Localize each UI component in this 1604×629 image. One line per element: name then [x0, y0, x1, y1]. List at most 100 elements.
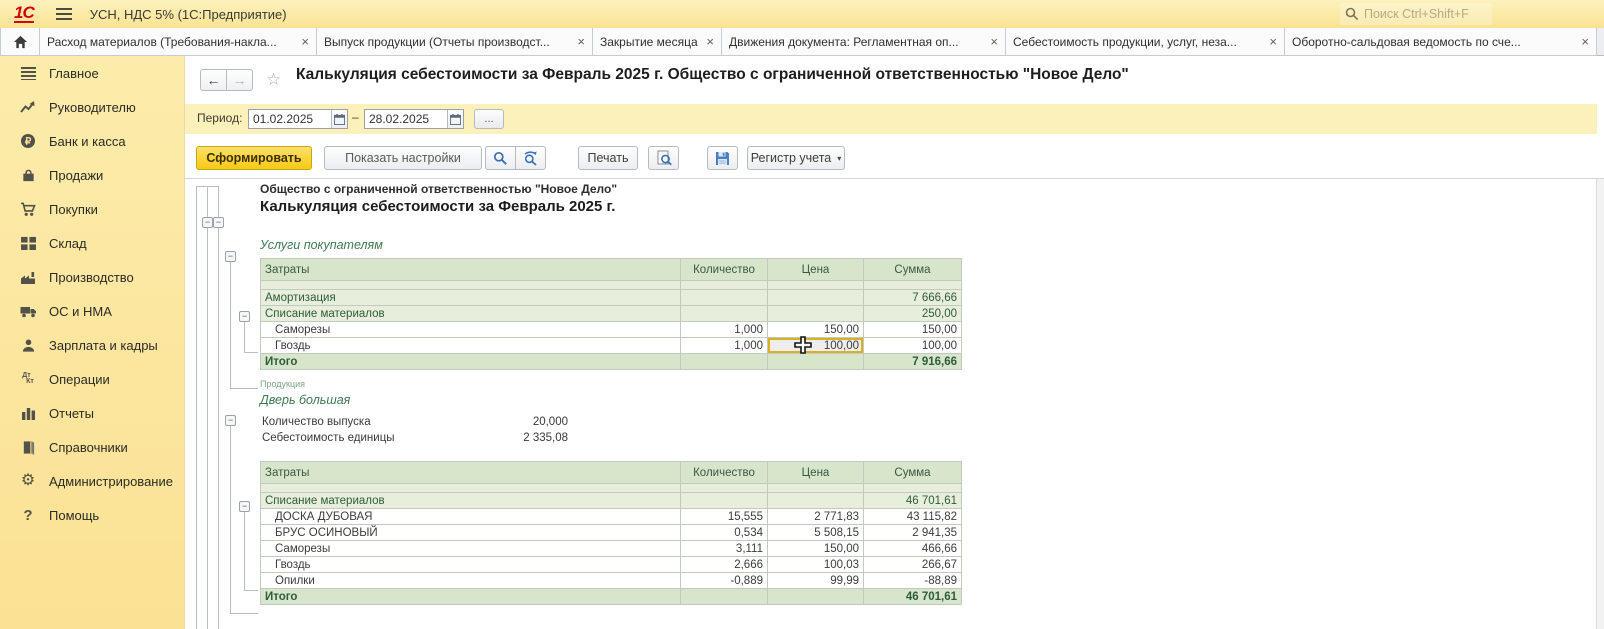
page-title: Калькуляция себестоимости за Февраль 202…: [296, 66, 1129, 84]
sidebar-item-operacii[interactable]: Дт Кт Операции: [0, 362, 184, 396]
tree-line: [230, 388, 258, 389]
menu-lines-icon: [18, 66, 38, 80]
register-menu-button[interactable]: Регистр учета ▾: [747, 146, 845, 170]
find-next-button[interactable]: [515, 146, 546, 170]
period-from-field: [248, 109, 348, 129]
sidebar-item-os-i-nma[interactable]: ОС и НМА: [0, 294, 184, 328]
favorite-star-icon[interactable]: ☆: [266, 70, 281, 90]
cost-table-production: Затраты Количество Цена Сумма Списание м…: [260, 461, 962, 605]
tab-bar: Расход материалов (Требования-накла... ×…: [0, 28, 1604, 56]
period-dash: –: [352, 110, 359, 124]
stat-label: Количество выпуска: [262, 416, 458, 428]
person-icon: [18, 338, 38, 353]
debit-credit-icon: Дт Кт: [18, 373, 38, 385]
search-refresh-icon: [523, 150, 539, 166]
forward-button[interactable]: →: [226, 69, 253, 91]
sections-panel: Главное Руководителю ₽ Банк и касса Прод…: [0, 56, 185, 629]
collapse-group-button[interactable]: −: [225, 251, 236, 262]
book-icon: [18, 440, 38, 455]
print-button[interactable]: Печать: [578, 146, 638, 170]
stat-row: Себестоимость единицы 2 335,08: [262, 432, 568, 444]
collapse-group-button[interactable]: −: [239, 501, 250, 512]
section2-kind-label: Продукция: [260, 379, 305, 389]
collapse-group-button[interactable]: −: [213, 217, 224, 228]
spacer-row: [261, 484, 962, 493]
period-label: Период:: [197, 111, 242, 125]
selected-cell[interactable]: 100,00: [768, 338, 864, 354]
sidebar-item-spravochniki[interactable]: Справочники: [0, 430, 184, 464]
global-search[interactable]: [1340, 3, 1492, 25]
collapse-group-button[interactable]: −: [202, 217, 213, 228]
sidebar-item-proizvodstvo[interactable]: Производство: [0, 260, 184, 294]
period-from-input[interactable]: [249, 110, 331, 128]
bar-chart-icon: [18, 406, 38, 420]
sidebar-item-pokupki[interactable]: Покупки: [0, 192, 184, 226]
close-icon[interactable]: ×: [577, 36, 585, 48]
stat-value[interactable]: 2 335,08: [458, 432, 568, 444]
main-menu-icon[interactable]: [56, 8, 72, 20]
table-row: Списание материалов 46 701,61: [261, 493, 962, 509]
svg-text:₽: ₽: [25, 137, 32, 148]
tree-line: [244, 590, 258, 591]
period-to-input[interactable]: [365, 110, 447, 128]
tab-vypusk-produkcii[interactable]: Выпуск продукции (Отчеты производст... ×: [316, 28, 593, 56]
toolbar-separator: [185, 178, 1604, 179]
generate-button[interactable]: Сформировать: [196, 146, 312, 170]
save-button[interactable]: [707, 146, 738, 170]
search-input[interactable]: [1362, 6, 1486, 22]
stat-label: Себестоимость единицы: [262, 432, 458, 444]
home-icon: [13, 35, 28, 49]
table-row: Саморезы 3,111 150,00 466,66: [261, 541, 962, 557]
table-row: Гвоздь 1,000 100,00 100,00: [261, 338, 962, 354]
spacer-row: [261, 281, 962, 290]
shopping-bag-icon: [18, 168, 38, 183]
sidebar-item-prodazhi[interactable]: Продажи: [0, 158, 184, 192]
close-icon[interactable]: ×: [990, 36, 998, 48]
sidebar-item-rukovoditelyu[interactable]: Руководителю: [0, 90, 184, 124]
sidebar-item-otchety[interactable]: Отчеты: [0, 396, 184, 430]
search-icon: [493, 151, 508, 166]
collapse-group-button[interactable]: −: [225, 415, 236, 426]
close-icon[interactable]: ×: [1269, 36, 1277, 48]
back-button[interactable]: ←: [200, 69, 227, 91]
tree-line: [196, 186, 197, 629]
table-row: Гвоздь 2,666 100,03 266,67: [261, 557, 962, 573]
tab-raskhod-materialov[interactable]: Расход материалов (Требования-накла... ×: [39, 28, 317, 56]
preview-button[interactable]: [648, 146, 679, 170]
sidebar-item-administrirovanie[interactable]: ⚙ Администрирование: [0, 464, 184, 498]
sidebar-item-zarplata-i-kadry[interactable]: Зарплата и кадры: [0, 328, 184, 362]
tab-oborotno-saldovaya[interactable]: Оборотно-сальдовая ведомость по сче... ×: [1284, 28, 1597, 56]
tab-home[interactable]: [0, 28, 40, 56]
section1-group-label: Услуги покупателям: [260, 238, 383, 252]
gear-icon: ⚙: [18, 473, 38, 489]
tree-line: [207, 186, 208, 629]
table-header-row: Затраты Количество Цена Сумма: [261, 462, 962, 484]
cost-table-services: Затраты Количество Цена Сумма Амортизаци…: [260, 258, 962, 370]
close-icon[interactable]: ×: [706, 36, 714, 48]
find-button[interactable]: [485, 146, 516, 170]
collapse-group-button[interactable]: −: [239, 311, 250, 322]
calendar-icon[interactable]: [447, 110, 463, 128]
tree-line: [244, 352, 258, 353]
tab-zakrytie-mesyaca[interactable]: Закрытие месяца ×: [592, 28, 722, 56]
calendar-icon[interactable]: [331, 110, 347, 128]
table-row: Списание материалов 250,00: [261, 306, 962, 322]
tab-dvizheniya-dokumenta[interactable]: Движения документа: Регламентная оп... ×: [721, 28, 1006, 56]
tab-sebestoimost-produkcii[interactable]: Себестоимость продукции, услуг, неза... …: [1005, 28, 1285, 56]
sidebar-item-bank-i-kassa[interactable]: ₽ Банк и касса: [0, 124, 184, 158]
sidebar-item-sklad[interactable]: Склад: [0, 226, 184, 260]
vertical-scrollbar[interactable]: [1596, 179, 1604, 629]
sidebar-item-pomosch[interactable]: ? Помощь: [0, 498, 184, 532]
app-title: УСН, НДС 5% (1С:Предприятие): [90, 7, 287, 22]
tree-line: [244, 322, 245, 352]
table-row: Амортизация 7 666,66: [261, 290, 962, 306]
period-more-button[interactable]: ...: [474, 109, 504, 129]
show-settings-button[interactable]: Показать настройки: [324, 146, 482, 170]
sidebar-item-glavnoe[interactable]: Главное: [0, 56, 184, 90]
table-row: БРУС ОСИНОВЫЙ 0,534 5 508,15 2 941,35: [261, 525, 962, 541]
close-icon[interactable]: ×: [1581, 36, 1589, 48]
ruble-circle-icon: ₽: [18, 133, 38, 149]
truck-icon: [18, 304, 38, 318]
close-icon[interactable]: ×: [301, 36, 309, 48]
stat-value[interactable]: 20,000: [458, 416, 568, 428]
